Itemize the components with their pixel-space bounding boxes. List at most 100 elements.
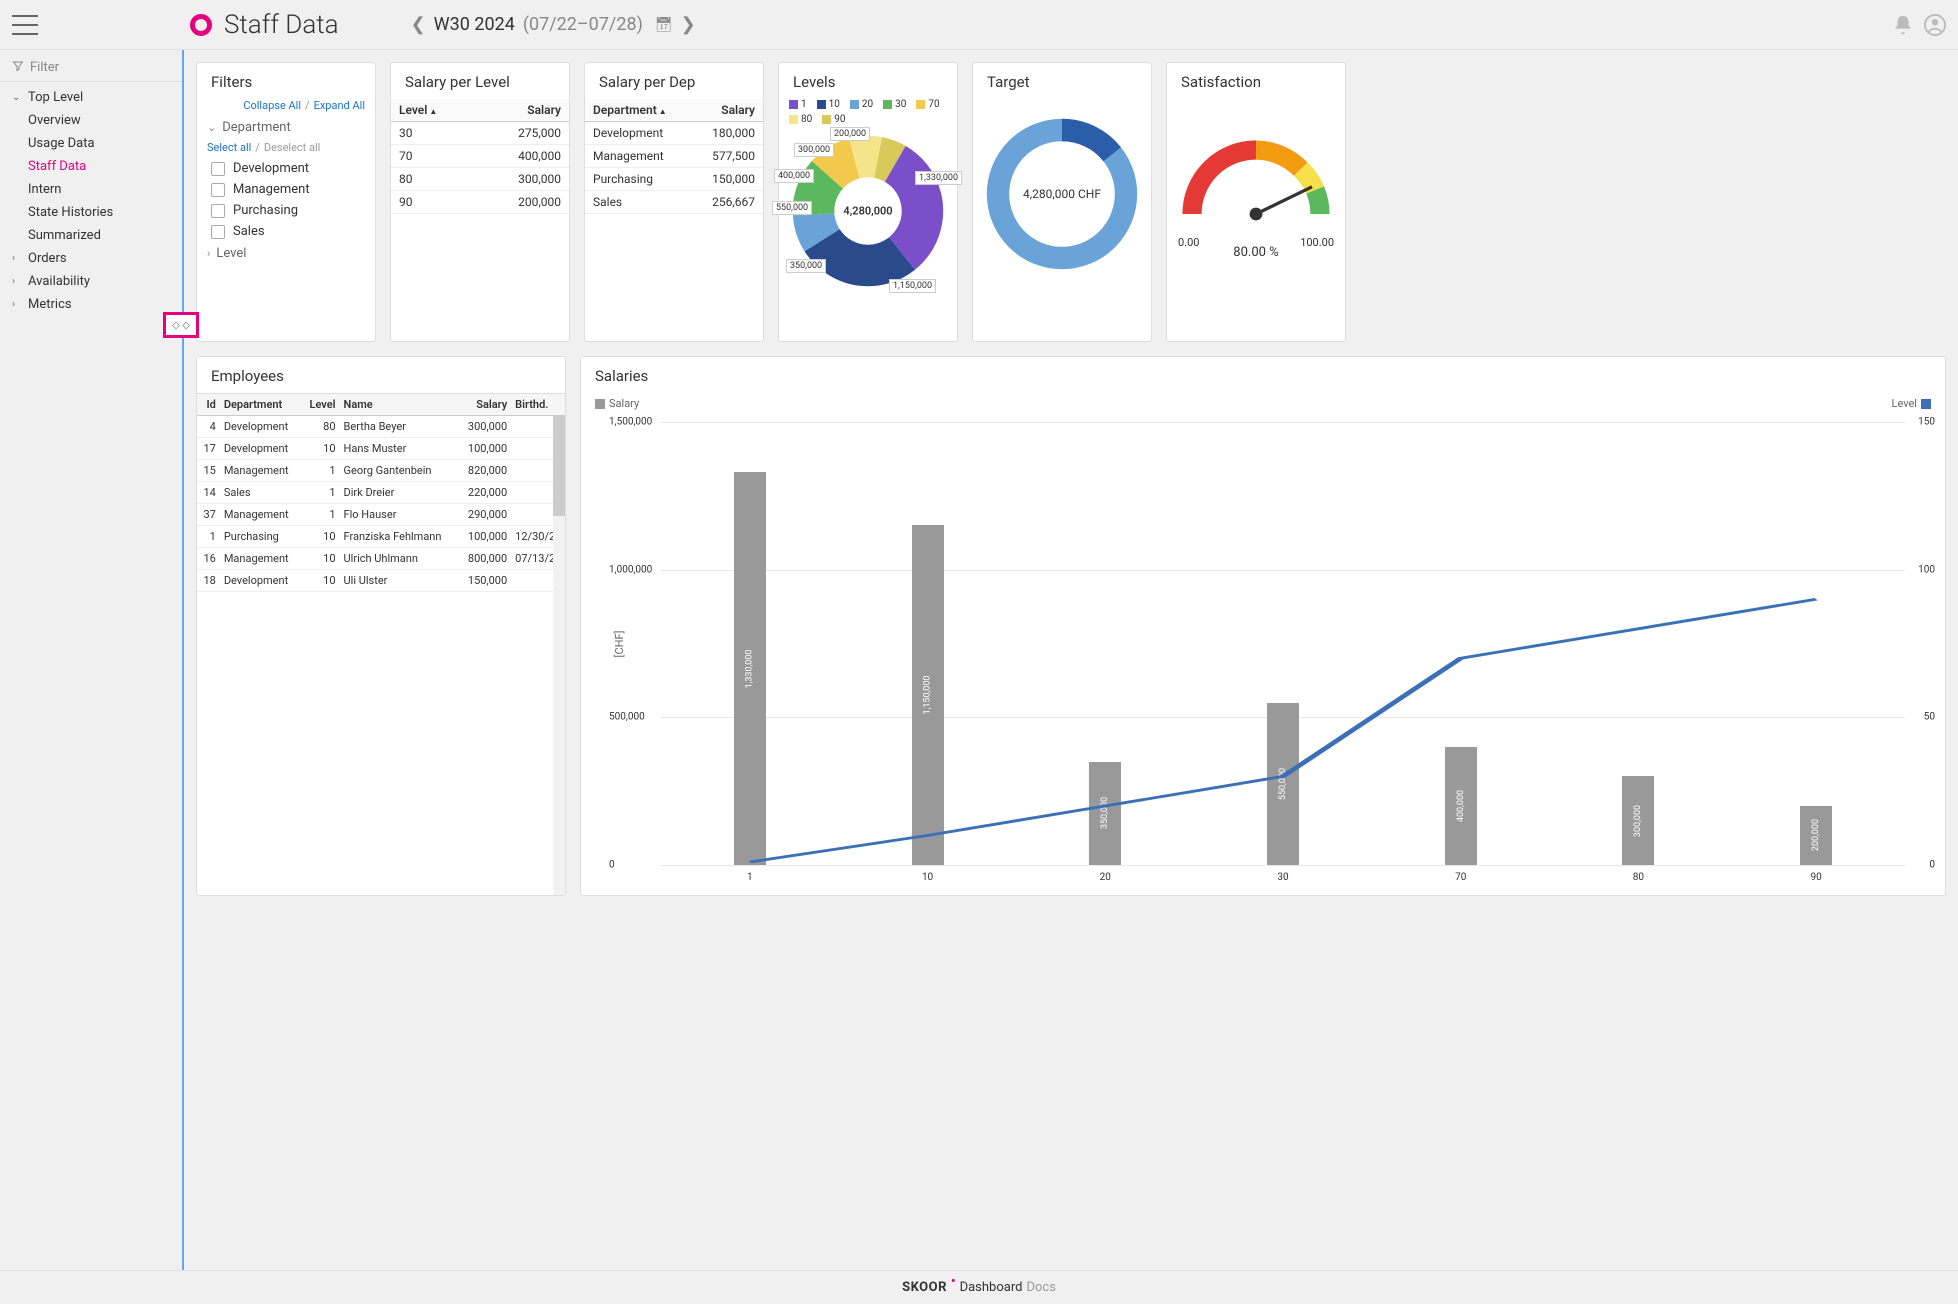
footer-docs-link[interactable]: Docs [1026, 1280, 1055, 1295]
donut-label: 1,330,000 [915, 171, 962, 185]
legend-item: 20 [850, 99, 873, 110]
collapse-all-link[interactable]: Collapse All [243, 99, 301, 112]
salaries-title: Salaries [581, 357, 1945, 393]
hamburger-menu-icon[interactable] [12, 15, 38, 35]
table-row[interactable]: 1Purchasing10Franziska Fehlmann100,00012… [197, 526, 565, 548]
sidebar-filter-label: Filter [30, 60, 59, 75]
table-row[interactable]: 16Management10Ulrich Uhlmann800,00007/13… [197, 548, 565, 570]
table-row[interactable]: 4Development80Bertha Beyer300,000 [197, 416, 565, 438]
sidebar-item-summarized[interactable]: Summarized [0, 224, 183, 247]
table-row[interactable]: Sales256,667 [585, 191, 763, 214]
filter-checkbox-development[interactable]: Development [197, 158, 375, 179]
col-salary[interactable]: Salary [692, 99, 763, 122]
table-row[interactable]: Purchasing150,000 [585, 168, 763, 191]
sidebar-item-intern[interactable]: Intern [0, 178, 183, 201]
table-row[interactable]: 14Sales1Dirk Dreier220,000 [197, 482, 565, 504]
footer: SKOOR• Dashboard Docs [0, 1270, 1958, 1304]
sidebar-filter-row[interactable]: Filter [0, 54, 183, 82]
content: Filters Collapse All / Expand All ⌄ Depa… [184, 50, 1958, 1270]
sidebar-item-staff-data[interactable]: Staff Data [0, 155, 183, 178]
col-level[interactable]: Level▲ [391, 99, 476, 122]
salaries-legend-level: Level [1892, 397, 1931, 410]
expand-all-link[interactable]: Expand All [314, 99, 365, 112]
col-salary[interactable]: Salary [476, 99, 569, 122]
col-salary[interactable]: Salary [458, 394, 511, 416]
table-row[interactable]: 17Development10Hans Muster100,000 [197, 438, 565, 460]
select-all-link[interactable]: Select all [207, 141, 251, 154]
next-week-icon[interactable]: ❯ [681, 14, 696, 35]
sidebar-resize-handle-icon[interactable]: ◇ ◇ [163, 312, 199, 338]
table-row[interactable]: 18Development10Uli Ulster150,000 [197, 570, 565, 592]
table-row[interactable]: Management577,500 [585, 145, 763, 168]
col-id[interactable]: Id [197, 394, 220, 416]
filters-title: Filters [197, 63, 375, 99]
calendar-icon[interactable]: 📅︎ [655, 17, 673, 33]
employees-title: Employees [197, 357, 565, 393]
donut-label: 1,150,000 [889, 279, 936, 293]
target-ring-chart: 4,280,000 CHF [982, 114, 1142, 274]
filters-card: Filters Collapse All / Expand All ⌄ Depa… [196, 62, 376, 342]
sort-asc-icon: ▲ [659, 107, 667, 116]
deselect-all-link[interactable]: Deselect all [264, 141, 321, 154]
filter-group-level[interactable]: › Level [197, 242, 375, 265]
employees-scrollbar[interactable] [553, 416, 565, 895]
salary-per-level-title: Salary per Level [391, 63, 569, 99]
checkbox-icon [211, 162, 225, 176]
donut-label: 350,000 [786, 259, 826, 273]
chevron-right-icon: › [12, 276, 22, 287]
employees-card: Employees Id Department Level Name Salar… [196, 356, 566, 896]
sidebar: ◇ ◇ Filter ⌄Top Level Overview Usage Dat… [0, 50, 184, 1270]
sidebar-item-availability[interactable]: ›Availability [0, 270, 183, 293]
filter-group-department[interactable]: ⌄ Department [197, 116, 375, 139]
checkbox-icon [211, 183, 225, 197]
levels-total: 4,280,000 [843, 205, 892, 218]
chevron-right-icon: › [12, 253, 22, 264]
employees-table: Id Department Level Name Salary Birthd. … [197, 394, 565, 592]
legend-item: 10 [817, 99, 840, 110]
col-department[interactable]: Department [220, 394, 302, 416]
table-row[interactable]: 80300,000 [391, 168, 569, 191]
col-level[interactable]: Level [301, 394, 339, 416]
satisfaction-gauge-chart: 0.00 100.00 [1176, 119, 1336, 239]
chevron-right-icon: › [207, 247, 210, 260]
salary-per-level-card: Salary per Level Level▲ Salary 30275,000… [390, 62, 570, 342]
table-row[interactable]: 30275,000 [391, 122, 569, 145]
page-title: Staff Data [224, 10, 339, 40]
prev-week-icon[interactable]: ❮ [411, 14, 426, 35]
table-row[interactable]: 37Management1Flo Hauser290,000 [197, 504, 565, 526]
sidebar-item-top-level[interactable]: ⌄Top Level [0, 86, 183, 109]
table-row[interactable]: 15Management1Georg Gantenbein820,000 [197, 460, 565, 482]
legend-item: 1 [789, 99, 807, 110]
legend-item: 90 [822, 114, 845, 125]
sidebar-item-orders[interactable]: ›Orders [0, 247, 183, 270]
filter-checkbox-sales[interactable]: Sales [197, 221, 375, 242]
donut-label: 300,000 [794, 143, 834, 157]
col-name[interactable]: Name [340, 394, 459, 416]
chevron-down-icon: ⌄ [207, 121, 216, 134]
levels-card: Levels 1102030708090 [778, 62, 958, 342]
chevron-down-icon: ⌄ [12, 92, 22, 103]
table-row[interactable]: Development180,000 [585, 122, 763, 145]
checkbox-icon [211, 225, 225, 239]
legend-item: 70 [916, 99, 939, 110]
notifications-icon[interactable] [1892, 14, 1914, 36]
table-row[interactable]: 70400,000 [391, 145, 569, 168]
date-week-label[interactable]: W30 2024 [434, 14, 515, 35]
user-avatar-icon[interactable] [1924, 14, 1946, 36]
donut-label: 550,000 [772, 201, 812, 215]
sidebar-item-usage-data[interactable]: Usage Data [0, 132, 183, 155]
sidebar-item-state-histories[interactable]: State Histories [0, 201, 183, 224]
footer-sub: Dashboard [960, 1280, 1023, 1295]
salary-per-dep-card: Salary per Dep Department▲ Salary Develo… [584, 62, 764, 342]
sidebar-item-overview[interactable]: Overview [0, 109, 183, 132]
col-department[interactable]: Department▲ [585, 99, 692, 122]
sidebar-item-metrics[interactable]: ›Metrics [0, 293, 183, 316]
satisfaction-title: Satisfaction [1167, 63, 1345, 99]
donut-label: 400,000 [774, 169, 814, 183]
salary-per-dep-table: Department▲ Salary Development180,000Man… [585, 99, 763, 214]
filter-checkbox-purchasing[interactable]: Purchasing [197, 200, 375, 221]
table-row[interactable]: 90200,000 [391, 191, 569, 214]
y-axis-label: [CHF] [613, 630, 626, 657]
filter-checkbox-management[interactable]: Management [197, 179, 375, 200]
col-birthdate[interactable]: Birthd. [511, 394, 565, 416]
